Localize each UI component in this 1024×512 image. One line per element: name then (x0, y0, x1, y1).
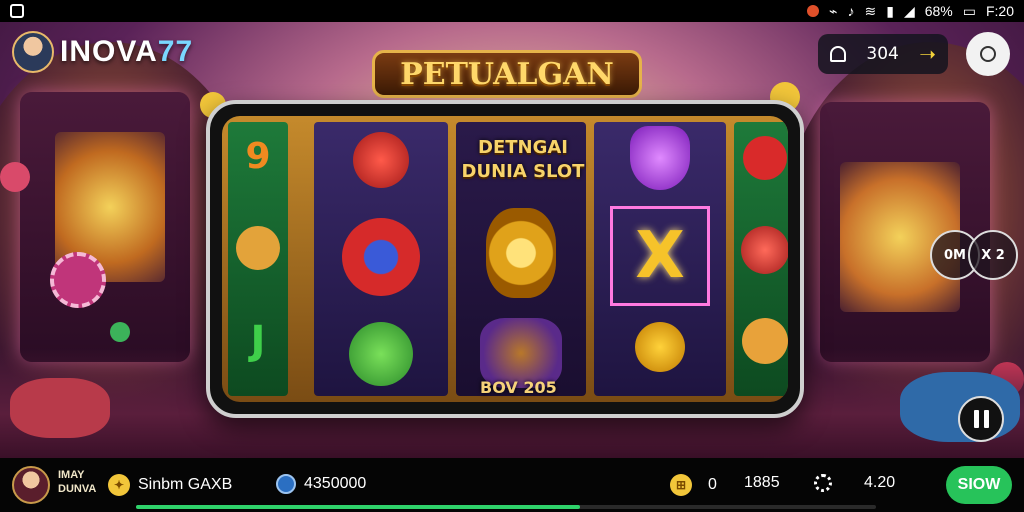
game-title-plate: PETUALGAN (372, 50, 642, 98)
symbol-gold-x: X (610, 206, 710, 306)
bottom-bar: IMAY DUNVA ✦ Sinbm GAXB 4350000 ⊞ 0 1885… (0, 458, 1024, 512)
symbol-green-creature (349, 322, 413, 386)
arrow-right-icon[interactable]: ➝ (919, 42, 936, 66)
settings-item[interactable] (814, 474, 832, 492)
balance-value: 4350000 (304, 475, 367, 492)
bet-value: 0 (708, 476, 717, 493)
value-display: 4.20 (864, 474, 896, 491)
gear-icon[interactable] (814, 474, 832, 492)
signal-icon: ▮ (886, 2, 894, 19)
slot-machine-phone: 9 J X DETNGAI DUNIA SLOT BOV 205 (206, 100, 804, 418)
reel-caption: BOV 205 (480, 378, 557, 397)
usb-icon: ⌁ (829, 2, 838, 19)
brand-logo[interactable]: INOVA77 (12, 31, 193, 73)
profile-button[interactable] (966, 32, 1010, 76)
user-icon (980, 46, 996, 62)
inner-game-title: DETNGAI DUNIA SLOT (461, 137, 585, 182)
player-name: IMAY DUNVA (58, 469, 97, 495)
progress-fill (136, 505, 580, 509)
symbol-lion (742, 318, 788, 364)
symbol-bear (236, 226, 280, 270)
slot-reels-area[interactable]: 9 J X DETNGAI DUNIA SLOT BOV 205 (222, 116, 788, 402)
brand-avatar (12, 31, 54, 73)
reel-2 (314, 122, 448, 396)
battery-percent: 68% (924, 3, 953, 19)
symbol-j: J (250, 318, 266, 364)
symbol-nine: 9 (245, 136, 271, 177)
notification-app-icon (10, 4, 24, 18)
brand-name: INOVA77 (60, 35, 194, 68)
reel-5 (734, 122, 788, 396)
reel-4: X (594, 122, 726, 396)
bell-icon[interactable] (830, 46, 846, 62)
coin-value: 304 (866, 44, 899, 64)
spin-button[interactable]: SIOW (946, 466, 1012, 504)
signal-bars-icon: ◢ (903, 2, 915, 19)
progress-bar (136, 505, 876, 509)
symbol-red-o (342, 218, 420, 296)
wifi-icon: ≋ (864, 2, 877, 19)
bottom-label: Sinbm GAXB (138, 476, 233, 493)
chip-icon: ⊞ (670, 474, 692, 496)
balance-item: 4350000 (276, 474, 366, 494)
record-dot-icon (807, 5, 820, 17)
clock: F:20 (985, 3, 1014, 19)
symbol-red-gem (353, 132, 409, 188)
symbol-red-lantern (741, 226, 788, 274)
value-item: 4.20 (864, 474, 895, 492)
symbol-purple-gem (630, 126, 690, 190)
coin-icon: ✦ (108, 474, 130, 496)
bet-item[interactable]: ⊞ 0 (670, 474, 717, 496)
win-item: 1885 (744, 474, 780, 492)
mute-icon: ♪ (847, 3, 855, 19)
multiplier-right-button[interactable]: X 2 (968, 230, 1018, 280)
battery-icon: ▭ (962, 2, 976, 19)
pause-button[interactable] (958, 396, 1004, 442)
game-title: PETUALGAN (400, 56, 614, 92)
label-item: ✦ Sinbm GAXB (108, 474, 232, 496)
win-value: 1885 (744, 474, 780, 491)
symbol-gold-bird (635, 322, 685, 372)
coin-balance-widget[interactable]: 304 ➝ (818, 34, 948, 74)
pause-icon (973, 410, 979, 428)
symbol-red-orb (743, 136, 787, 180)
player-avatar[interactable] (12, 466, 50, 504)
reel-1: 9 J (228, 122, 288, 396)
symbol-gold-zero (486, 208, 556, 298)
globe-icon (276, 474, 296, 494)
status-bar: ⌁ ♪ ≋ ▮ ◢ 68% ▭ F:20 (0, 0, 1024, 22)
